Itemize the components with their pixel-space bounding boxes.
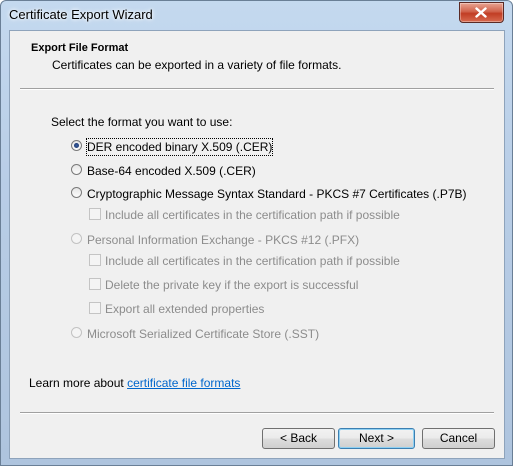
checkbox-pfx-include-label: Include all certificates in the certific… [105,254,400,268]
radio-der-button[interactable] [71,140,82,151]
checkbox-pfx-delete-key-box [89,278,101,290]
close-icon [475,7,487,18]
radio-pkcs7-label[interactable]: Cryptographic Message Syntax Standard - … [87,186,467,202]
footer-divider [20,412,494,414]
radio-base64-label[interactable]: Base-64 encoded X.509 (.CER) [87,163,256,179]
radio-sst-label: Microsoft Serialized Certificate Store (… [87,327,320,341]
close-button[interactable] [459,2,504,23]
radio-pfx-label: Personal Information Exchange - PKCS #12… [87,233,360,247]
radio-der-label[interactable]: DER encoded binary X.509 (.CER) [85,138,274,156]
learn-more-link[interactable]: certificate file formats [127,376,240,390]
checkbox-pfx-delete-key-label: Delete the private key if the export is … [105,278,359,292]
checkbox-pfx-export-props-box [89,302,101,314]
checkbox-pkcs7-include-box [89,208,101,220]
title-bar[interactable]: Certificate Export Wizard [1,1,512,29]
cancel-button[interactable]: Cancel [422,428,495,449]
checkbox-pkcs7-include-label: Include all certificates in the certific… [105,208,400,222]
next-button[interactable]: Next > [338,428,415,449]
page-subtitle: Certificates can be exported in a variet… [52,58,342,72]
format-prompt: Select the format you want to use: [51,115,233,129]
wizard-content: Export File Format Certificates can be e… [9,30,505,459]
checkbox-pfx-include-box [89,254,101,266]
wizard-window: Certificate Export Wizard Export File Fo… [0,0,513,466]
header-divider [20,88,494,90]
wizard-header: Export File Format Certificates can be e… [10,31,504,89]
page-title: Export File Format [31,42,129,54]
checkbox-pfx-export-props-label: Export all extended properties [105,302,265,316]
learn-more-text: Learn more about [29,376,128,390]
radio-pfx-button [71,233,82,244]
radio-pkcs7-button[interactable] [71,187,82,198]
radio-base64-button[interactable] [71,164,82,175]
back-button[interactable]: < Back [262,428,335,449]
window-title: Certificate Export Wizard [9,7,153,22]
radio-sst-button [71,327,82,338]
learn-more: Learn more about certificate file format… [29,376,240,390]
